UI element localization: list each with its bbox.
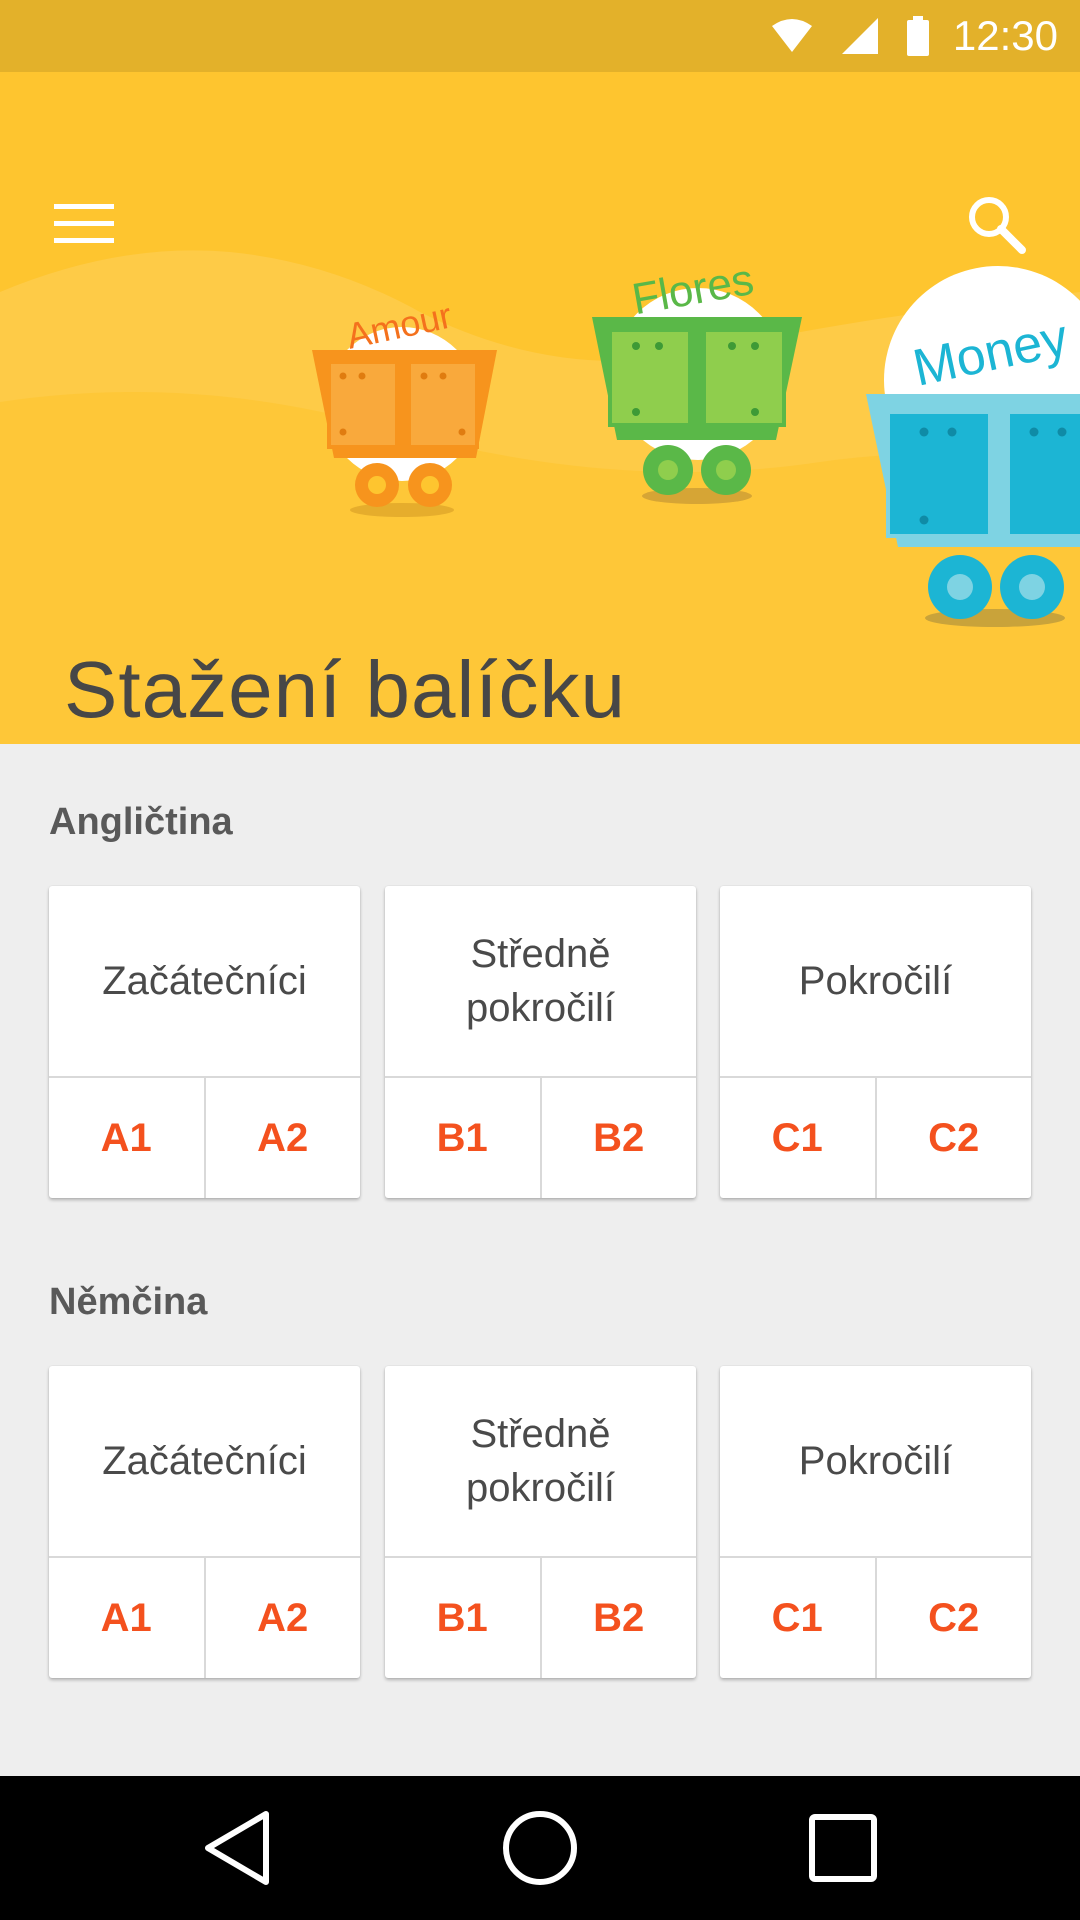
course-card-title[interactable]: Pokročilí	[720, 886, 1031, 1076]
home-icon	[503, 1811, 577, 1885]
menu-icon	[54, 204, 114, 243]
course-row-english: Začátečníci A1 A2 Středně pokročilí B1 B…	[49, 886, 1031, 1198]
level-buttons: B1 B2	[385, 1076, 696, 1198]
course-card-title[interactable]: Středně pokročilí	[385, 886, 696, 1076]
course-card-title[interactable]: Pokročilí	[720, 1366, 1031, 1556]
course-row-german: Začátečníci A1 A2 Středně pokročilí B1 B…	[49, 1366, 1031, 1678]
home-button[interactable]	[490, 1798, 590, 1898]
level-button-c2[interactable]: C2	[874, 1558, 1032, 1678]
level-button-a1[interactable]: A1	[49, 1558, 204, 1678]
cell-signal-icon	[842, 18, 878, 54]
section-title-english: Angličtina	[49, 801, 233, 843]
level-button-a1[interactable]: A1	[49, 1078, 204, 1198]
recents-icon	[809, 1814, 877, 1882]
level-buttons: B1 B2	[385, 1556, 696, 1678]
back-icon	[205, 1811, 269, 1885]
page-title: Stažení balíčku	[64, 645, 626, 734]
level-button-c2[interactable]: C2	[874, 1078, 1032, 1198]
navigation-bar	[0, 1776, 1080, 1920]
app-header: Amour Flores Money Stažení balíčku	[0, 72, 1080, 744]
status-bar: 12:30	[0, 0, 1080, 72]
section-title-german: Němčina	[49, 1281, 208, 1323]
menu-button[interactable]	[36, 182, 132, 266]
back-button[interactable]	[188, 1798, 288, 1898]
recents-button[interactable]	[793, 1798, 893, 1898]
level-buttons: A1 A2	[49, 1556, 360, 1678]
level-button-a2[interactable]: A2	[203, 1078, 361, 1198]
status-time: 12:30	[952, 12, 1058, 59]
course-card-advanced: Pokročilí C1 C2	[720, 1366, 1031, 1678]
level-buttons: C1 C2	[720, 1556, 1031, 1678]
search-button[interactable]	[948, 176, 1044, 272]
course-card-beginner: Začátečníci A1 A2	[49, 886, 360, 1198]
course-card-intermediate: Středně pokročilí B1 B2	[385, 886, 696, 1198]
course-card-intermediate: Středně pokročilí B1 B2	[385, 1366, 696, 1678]
course-card-title[interactable]: Středně pokročilí	[385, 1366, 696, 1556]
search-icon	[969, 197, 1026, 254]
level-button-a2[interactable]: A2	[203, 1558, 361, 1678]
battery-icon	[907, 16, 929, 56]
level-button-b2[interactable]: B2	[539, 1558, 697, 1678]
status-icons	[770, 14, 930, 58]
course-card-title[interactable]: Začátečníci	[49, 1366, 360, 1556]
level-button-c1[interactable]: C1	[720, 1558, 875, 1678]
level-button-b1[interactable]: B1	[385, 1078, 540, 1198]
course-card-beginner: Začátečníci A1 A2	[49, 1366, 360, 1678]
level-button-c1[interactable]: C1	[720, 1078, 875, 1198]
course-card-title[interactable]: Začátečníci	[49, 886, 360, 1076]
level-buttons: C1 C2	[720, 1076, 1031, 1198]
course-card-advanced: Pokročilí C1 C2	[720, 886, 1031, 1198]
level-button-b2[interactable]: B2	[539, 1078, 697, 1198]
wifi-icon	[772, 19, 812, 52]
level-buttons: A1 A2	[49, 1076, 360, 1198]
level-button-b1[interactable]: B1	[385, 1558, 540, 1678]
